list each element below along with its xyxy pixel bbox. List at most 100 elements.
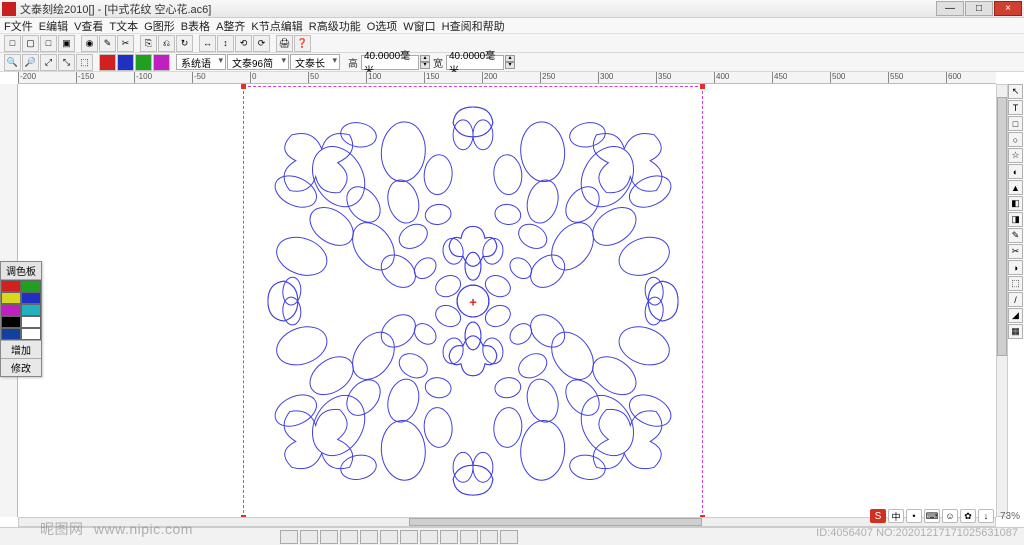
design-artwork[interactable]: [254, 97, 692, 505]
status-btn[interactable]: [280, 530, 298, 544]
tool-button[interactable]: ✂: [1008, 244, 1023, 259]
combo-box[interactable]: 文泰96简体: [227, 54, 289, 70]
status-btn[interactable]: [300, 530, 318, 544]
ime-s-icon[interactable]: S: [870, 509, 886, 523]
toolbar-button[interactable]: ↔: [199, 35, 216, 52]
minimize-button[interactable]: —: [936, 1, 964, 16]
color-panel[interactable]: 调色板 增加 修改: [0, 261, 42, 377]
menu-item[interactable]: K节点编辑: [251, 18, 302, 34]
combo-box[interactable]: 文泰长宋: [290, 54, 340, 70]
color-button[interactable]: [135, 54, 152, 71]
handle-tr[interactable]: [700, 84, 705, 89]
menu-item[interactable]: H查阅和帮助: [442, 18, 505, 34]
tool-button[interactable]: ↖: [1008, 84, 1023, 99]
handle-tl[interactable]: [241, 84, 246, 89]
status-btn[interactable]: [360, 530, 378, 544]
toolbar-button[interactable]: □: [4, 35, 21, 52]
color-swatch[interactable]: [21, 316, 41, 328]
color-swatch[interactable]: [1, 292, 21, 304]
spin-down[interactable]: ▾: [505, 62, 515, 69]
tool-button[interactable]: ☆: [1008, 148, 1023, 163]
ime-btn[interactable]: 中: [888, 509, 904, 523]
scrollbar-vertical[interactable]: [996, 84, 1008, 517]
toolbar-button[interactable]: ⟳: [253, 35, 270, 52]
color-swatch[interactable]: [1, 304, 21, 316]
menu-item[interactable]: T文本: [109, 18, 138, 34]
status-btn[interactable]: [340, 530, 358, 544]
scroll-thumb-v[interactable]: [997, 97, 1007, 356]
ime-btn[interactable]: ✿: [960, 509, 976, 523]
tool-button[interactable]: □: [1008, 116, 1023, 131]
tool-button[interactable]: ✎: [1008, 228, 1023, 243]
color-swatch[interactable]: [21, 292, 41, 304]
tool-button[interactable]: ◑: [1008, 260, 1023, 275]
status-btn[interactable]: [480, 530, 498, 544]
color-edit-button[interactable]: 修改: [1, 358, 41, 376]
tool-button[interactable]: ○: [1008, 132, 1023, 147]
status-btn[interactable]: [380, 530, 398, 544]
tool-button[interactable]: ▦: [1008, 324, 1023, 339]
status-btn[interactable]: [320, 530, 338, 544]
status-btn[interactable]: [400, 530, 418, 544]
tool-button[interactable]: ◧: [1008, 196, 1023, 211]
close-button[interactable]: ×: [994, 1, 1022, 16]
canvas[interactable]: +: [18, 84, 996, 517]
zoom-button[interactable]: 🔎: [22, 54, 39, 71]
zoom-button[interactable]: ⤢: [40, 54, 57, 71]
tool-button[interactable]: ▲: [1008, 180, 1023, 195]
tool-button[interactable]: ◐: [1008, 164, 1023, 179]
color-button[interactable]: [99, 54, 116, 71]
tool-button[interactable]: ◢: [1008, 308, 1023, 323]
toolbar-button[interactable]: ✎: [99, 35, 116, 52]
toolbar-button[interactable]: □: [40, 35, 57, 52]
ime-btn[interactable]: •: [906, 509, 922, 523]
color-swatch[interactable]: [21, 280, 41, 292]
menu-item[interactable]: B表格: [181, 18, 210, 34]
toolbar-button[interactable]: ⎘: [140, 35, 157, 52]
zoom-button[interactable]: ⤡: [58, 54, 75, 71]
status-btn[interactable]: [460, 530, 478, 544]
zoom-button[interactable]: 🔍: [4, 54, 21, 71]
menu-item[interactable]: G图形: [144, 18, 175, 34]
menu-item[interactable]: F文件: [4, 18, 33, 34]
toolbar-button[interactable]: ⎌: [158, 35, 175, 52]
menu-item[interactable]: V查看: [74, 18, 103, 34]
color-swatch[interactable]: [1, 316, 21, 328]
tool-button[interactable]: ⬚: [1008, 276, 1023, 291]
status-btn[interactable]: [420, 530, 438, 544]
color-swatch[interactable]: [1, 280, 21, 292]
toolbar-button[interactable]: ↕: [217, 35, 234, 52]
toolbar-button[interactable]: ▣: [58, 35, 75, 52]
color-swatch[interactable]: [1, 328, 21, 340]
ime-btn[interactable]: ⌨: [924, 509, 940, 523]
color-button[interactable]: [153, 54, 170, 71]
toolbar-button[interactable]: ❓: [294, 35, 311, 52]
status-btn[interactable]: [500, 530, 518, 544]
menu-item[interactable]: W窗口: [403, 18, 435, 34]
toolbar-button[interactable]: ↻: [176, 35, 193, 52]
spin-up[interactable]: ▴: [420, 55, 430, 62]
toolbar-button[interactable]: 🖨: [276, 35, 293, 52]
ime-btn[interactable]: ☺: [942, 509, 958, 523]
toolbar-button[interactable]: ◉: [81, 35, 98, 52]
toolbar-button[interactable]: ▢: [22, 35, 39, 52]
tool-button[interactable]: /: [1008, 292, 1023, 307]
toolbar-button[interactable]: ✂: [117, 35, 134, 52]
zoom-button[interactable]: ⬚: [76, 54, 93, 71]
spin-up[interactable]: ▴: [505, 55, 515, 62]
spin-down[interactable]: ▾: [420, 62, 430, 69]
toolbar-button[interactable]: ⟲: [235, 35, 252, 52]
combo-box[interactable]: 系统语言: [176, 54, 226, 70]
ime-btn[interactable]: ↓: [978, 509, 994, 523]
menu-item[interactable]: A整齐: [216, 18, 245, 34]
color-swatch[interactable]: [21, 328, 41, 340]
maximize-button[interactable]: □: [965, 1, 993, 16]
scroll-thumb-h[interactable]: [409, 518, 702, 526]
color-button[interactable]: [117, 54, 134, 71]
menu-item[interactable]: E编辑: [39, 18, 68, 34]
menu-item[interactable]: O选项: [367, 18, 398, 34]
color-add-button[interactable]: 增加: [1, 340, 41, 358]
menu-item[interactable]: R高级功能: [309, 18, 361, 34]
tool-button[interactable]: ◨: [1008, 212, 1023, 227]
color-swatch[interactable]: [21, 304, 41, 316]
